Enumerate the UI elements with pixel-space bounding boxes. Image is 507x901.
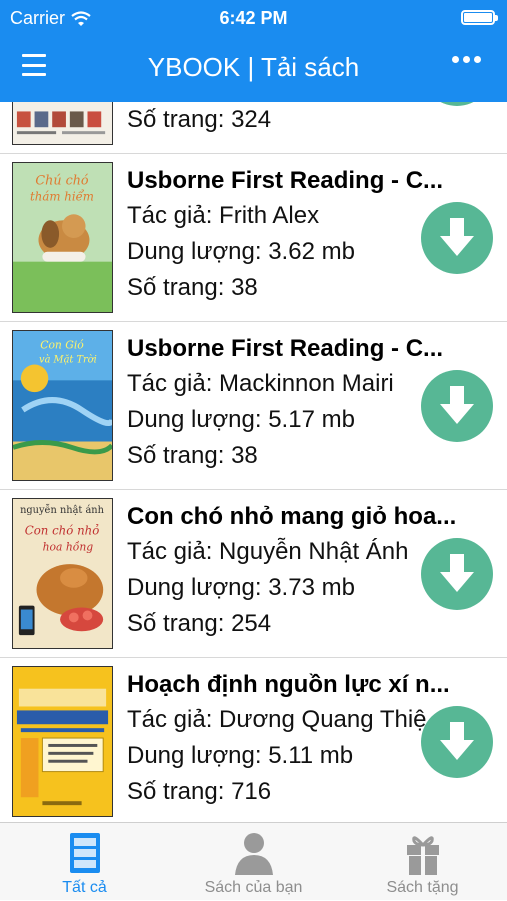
- download-arrow-icon: [440, 554, 474, 592]
- book-cover: nguyễn nhật ánh Con chó nhỏ hoa hồng: [12, 498, 113, 649]
- user-icon: [235, 833, 273, 875]
- book-size: Dung lượng: 5.11 mb: [127, 742, 354, 769]
- battery-icon: [461, 10, 498, 25]
- book-author: Tác giả: Frith Alex: [127, 202, 320, 229]
- book-author: Tác giả: Nguyễn Nhật Ánh: [127, 538, 409, 565]
- book-pages: Số trang: 38: [127, 274, 258, 301]
- book-size: Dung lượng: 5.17 mb: [127, 406, 355, 433]
- download-button[interactable]: [421, 202, 493, 274]
- page-title: YBOOK | Tải sách: [147, 52, 360, 82]
- book-cover: [12, 666, 113, 817]
- download-arrow-icon: [440, 386, 474, 424]
- book-title: Usborne First Reading - C...: [127, 335, 444, 362]
- status-bar: Carrier 6:42 PM: [0, 0, 507, 36]
- book-pages: Số trang: 38: [127, 442, 258, 469]
- svg-text:thám hiểm: thám hiểm: [30, 189, 94, 203]
- svg-text:nguyễn nhật ánh: nguyễn nhật ánh: [20, 504, 105, 516]
- download-arrow-icon: [440, 722, 474, 760]
- book-size: Dung lượng: 3.73 mb: [127, 574, 355, 601]
- tab-bar: Tất cả Sách của bạn Sách tặng: [0, 822, 507, 900]
- book-pages: Số trang: 324: [127, 106, 272, 133]
- download-button[interactable]: [421, 538, 493, 610]
- tab-label: Sách của bạn: [204, 879, 303, 896]
- tab-label: Sách tặng: [386, 879, 459, 896]
- book-title: Hoạch định nguồn lực xí n...: [127, 671, 450, 698]
- more-options-button[interactable]: [452, 56, 481, 63]
- book-author: Tác giả: Dương Quang Thiện: [127, 706, 427, 733]
- tab-label: Tất cả: [62, 879, 107, 896]
- book-row[interactable]: Số trang: 324: [0, 102, 507, 154]
- book-pages: Số trang: 254: [127, 610, 272, 637]
- tab-your-books[interactable]: Sách của bạn: [169, 823, 338, 901]
- download-button[interactable]: [421, 102, 493, 106]
- download-button[interactable]: [421, 706, 493, 778]
- svg-text:Chú chó: Chú chó: [35, 174, 88, 189]
- book-cover: Con Gió và Mặt Trời: [12, 330, 113, 481]
- svg-text:Con Gió: Con Gió: [40, 339, 84, 352]
- book-row[interactable]: Hoạch định nguồn lực xí n... Tác giả: Dư…: [0, 658, 507, 822]
- book-list: Số trang: 324 Chú chó thám hiểm Usborne …: [0, 102, 507, 822]
- gift-icon: [407, 836, 439, 875]
- book-size: Dung lượng: 3.62 mb: [127, 238, 355, 265]
- book-cover: Chú chó thám hiểm: [12, 162, 113, 313]
- download-arrow-icon: [421, 102, 493, 106]
- book-cover: [12, 102, 113, 145]
- status-time: 6:42 PM: [219, 8, 288, 28]
- svg-text:và Mặt Trời: và Mặt Trời: [39, 355, 97, 366]
- book-row[interactable]: Chú chó thám hiểm Usborne First Reading …: [0, 154, 507, 322]
- book-row[interactable]: Con Gió và Mặt Trời Usborne First Readin…: [0, 322, 507, 490]
- book-list-icon: [70, 833, 100, 873]
- book-title: Con chó nhỏ mang giỏ hoa...: [127, 503, 457, 530]
- svg-text:hoa hồng: hoa hồng: [43, 540, 94, 553]
- book-author: Tác giả: Mackinnon Mairi: [127, 370, 394, 397]
- download-button[interactable]: [421, 370, 493, 442]
- book-title: Usborne First Reading - C...: [127, 167, 444, 194]
- book-pages: Số trang: 716: [127, 778, 272, 805]
- svg-text:Con chó nhỏ: Con chó nhỏ: [25, 523, 100, 537]
- top-bar: Carrier 6:42 PM YBOOK | Tải sách: [0, 0, 507, 102]
- tab-all-books[interactable]: Tất cả: [0, 823, 169, 901]
- download-arrow-icon: [440, 218, 474, 256]
- tab-gift-books[interactable]: Sách tặng: [338, 823, 507, 901]
- navigation-bar: YBOOK | Tải sách: [0, 36, 507, 102]
- book-row[interactable]: nguyễn nhật ánh Con chó nhỏ hoa hồng Con…: [0, 490, 507, 658]
- battery-fill: [464, 13, 492, 22]
